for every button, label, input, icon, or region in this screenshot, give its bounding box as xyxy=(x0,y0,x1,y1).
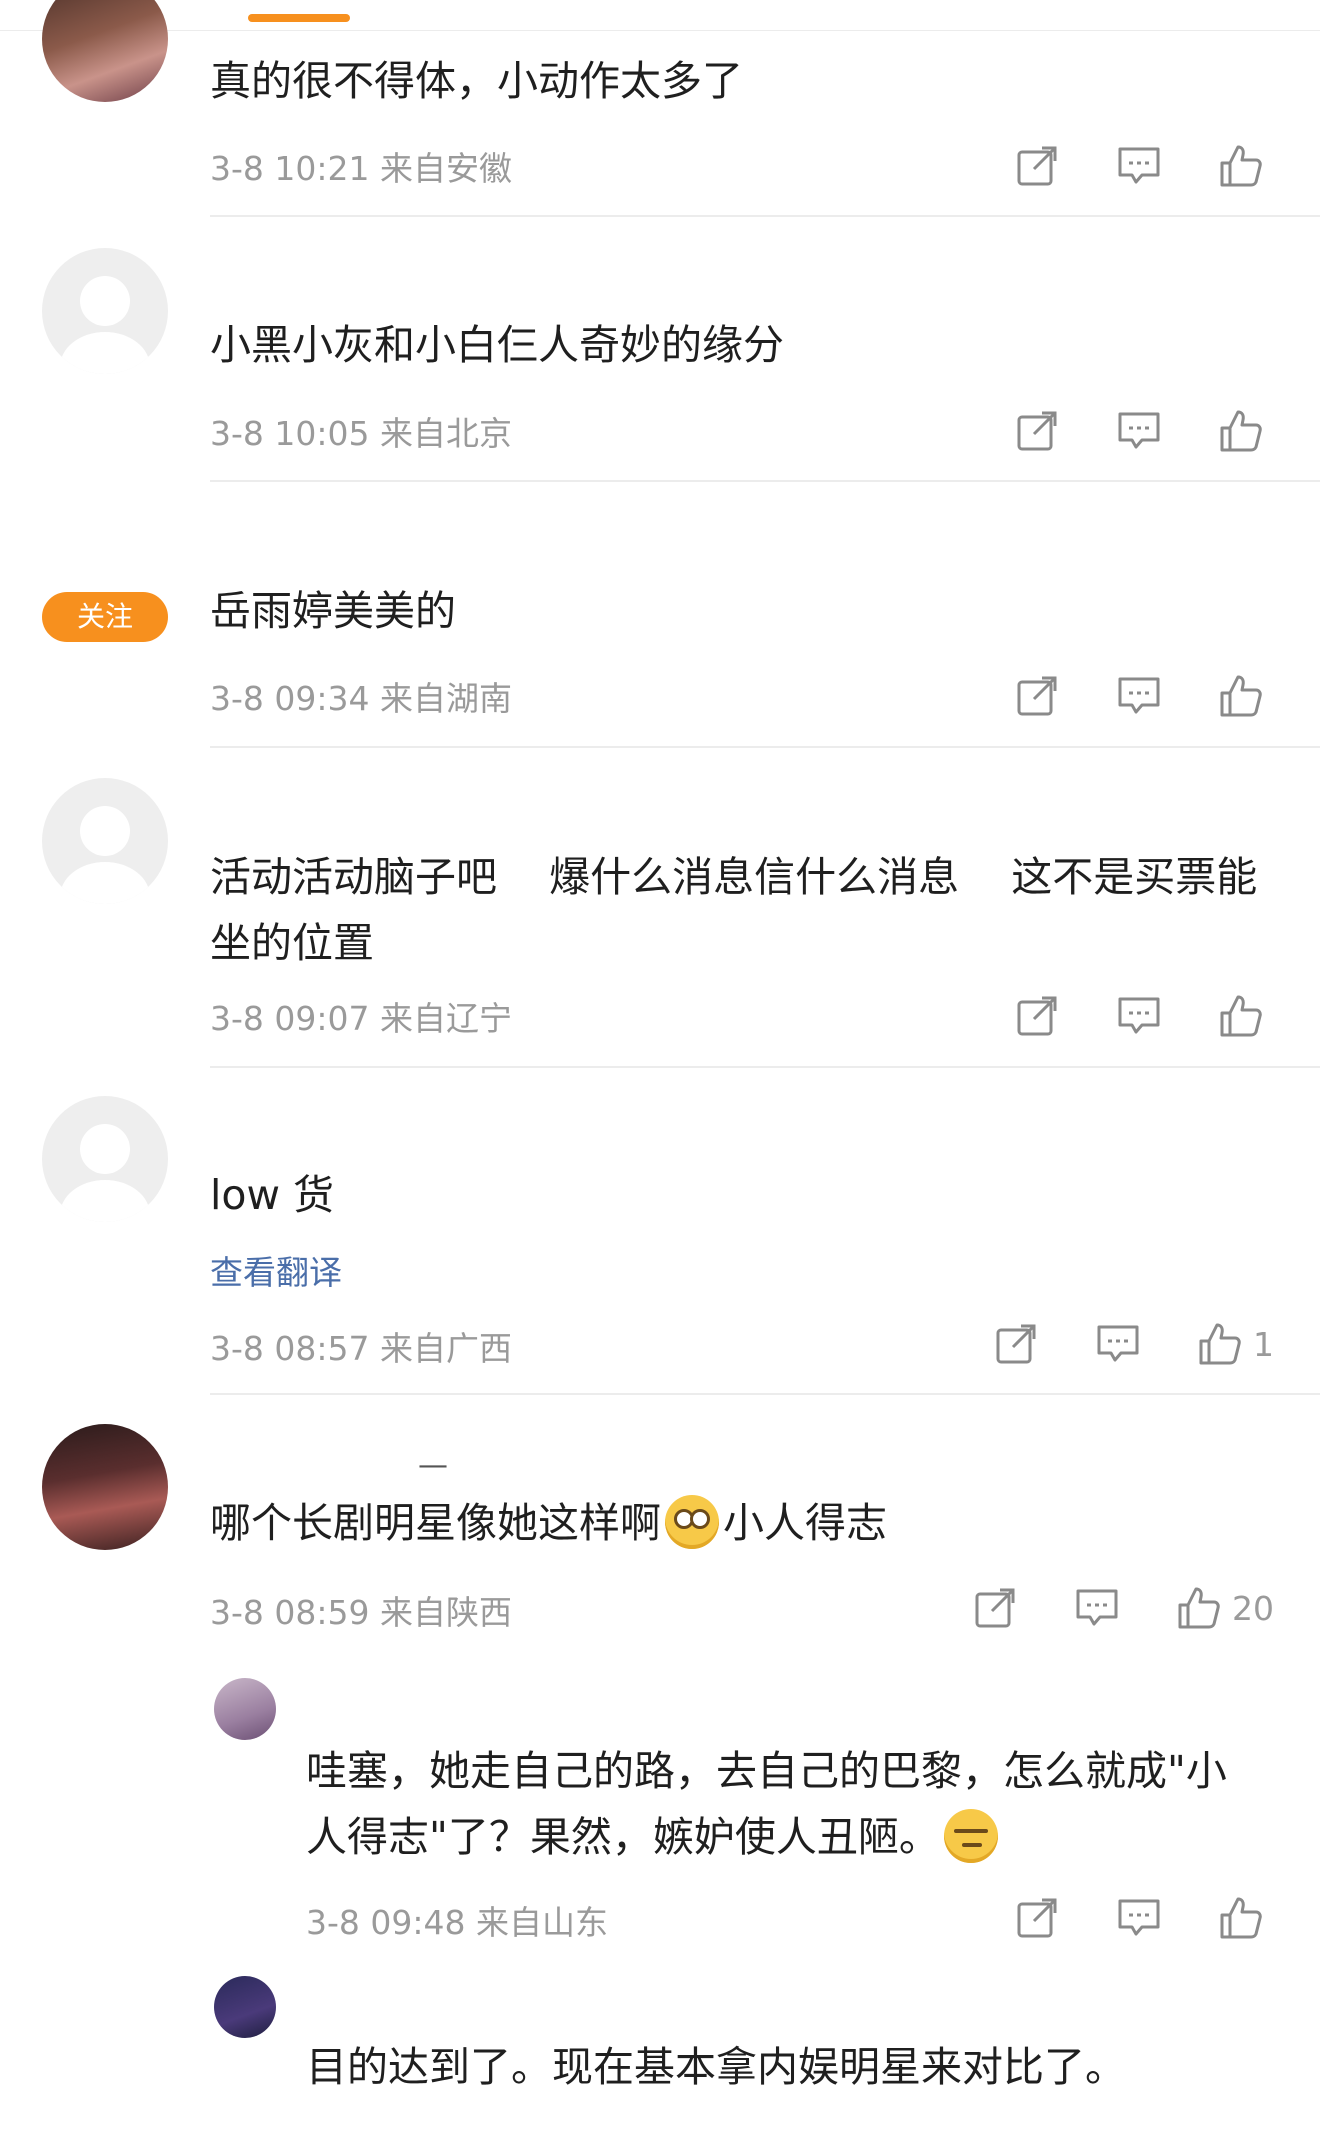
reply-button[interactable] xyxy=(1116,993,1162,1039)
divider xyxy=(210,1393,1320,1395)
reply-text: 哇塞，她走自己的路，去自己的巴黎，怎么就成"小人得志"了？果然，嫉妒使人丑陋。 xyxy=(306,1738,1266,1870)
thumbs-up-icon xyxy=(1178,1587,1220,1629)
reply-button[interactable] xyxy=(1074,1585,1120,1631)
divider xyxy=(210,480,1320,482)
thumbs-up-icon xyxy=(1220,145,1262,187)
avatar[interactable] xyxy=(42,248,168,374)
comment-text: 哪个长剧明星像她这样啊 小人得志 xyxy=(210,1490,1270,1556)
share-icon xyxy=(1017,676,1057,716)
comment-icon xyxy=(1118,677,1160,714)
reply-meta: 3-8 09:48 来自山东 xyxy=(306,1903,608,1942)
comment-icon xyxy=(1076,1589,1118,1626)
like-button[interactable]: 1 xyxy=(1197,1321,1274,1367)
share-button[interactable] xyxy=(993,1321,1039,1367)
dizzy-face-emoji-icon xyxy=(665,1495,719,1549)
share-icon xyxy=(1017,411,1057,451)
reply-button[interactable] xyxy=(1116,673,1162,719)
share-button[interactable] xyxy=(1014,673,1060,719)
thumbs-up-icon xyxy=(1199,1323,1241,1365)
comment-actions xyxy=(958,403,1274,459)
comment-icon xyxy=(1097,1325,1139,1362)
divider xyxy=(210,215,1320,217)
share-button[interactable] xyxy=(1014,143,1060,189)
follow-button[interactable]: 关注 xyxy=(42,592,168,642)
reply-text-part: 哇塞，她走自己的路，去自己的巴黎，怎么就成"小人得志"了？果然，嫉妒使人丑陋。 xyxy=(306,1747,1227,1861)
divider xyxy=(210,746,1320,748)
like-count: 1 xyxy=(1253,1324,1274,1364)
thumbs-up-icon xyxy=(1220,675,1262,717)
share-icon xyxy=(1017,1898,1057,1938)
comment-text: low 货 xyxy=(210,1171,335,1219)
comment-icon xyxy=(1118,147,1160,184)
thumbs-up-icon xyxy=(1220,1897,1262,1939)
top-divider xyxy=(0,30,1320,31)
share-button[interactable] xyxy=(1014,993,1060,1039)
comment-meta: 3-8 09:34 来自湖南 xyxy=(210,679,512,718)
comment-icon xyxy=(1118,412,1160,449)
share-icon xyxy=(1017,996,1057,1036)
reply-button[interactable] xyxy=(1116,408,1162,454)
comment-text: 岳雨婷美美的 xyxy=(210,587,456,635)
comment-text: 小黑小灰和小白仨人奇妙的缘分 xyxy=(210,321,784,369)
comment-actions xyxy=(958,668,1274,724)
like-count: 20 xyxy=(1232,1588,1274,1628)
comment-actions xyxy=(958,988,1274,1044)
comment-meta: 3-8 10:05 来自北京 xyxy=(210,414,512,453)
avatar[interactable] xyxy=(214,1678,276,1740)
comment-icon xyxy=(1118,997,1160,1034)
reply-text: 目的达到了。现在基本拿内娱明星来对比了。 xyxy=(306,2043,1126,2091)
reply-button[interactable] xyxy=(1116,143,1162,189)
comment-icon xyxy=(1118,1899,1160,1936)
comment-text-part: 小人得志 xyxy=(723,1499,887,1547)
reply-button[interactable] xyxy=(1095,1321,1141,1367)
avatar[interactable] xyxy=(214,1976,276,2038)
comment-meta: 3-8 08:57 来自广西 xyxy=(210,1329,512,1368)
tab-indicator xyxy=(248,14,350,22)
avatar[interactable] xyxy=(42,778,168,904)
like-button[interactable] xyxy=(1218,408,1274,454)
like-button[interactable]: 20 xyxy=(1176,1585,1274,1631)
translate-link[interactable]: 查看翻译 xyxy=(210,1246,342,1294)
reply-button[interactable] xyxy=(1116,1895,1162,1941)
comment-text: 活动活动脑子吧 爆什么消息信什么消息 这不是买票能坐的位置 xyxy=(210,853,1258,967)
like-button[interactable] xyxy=(1218,1895,1274,1941)
avatar[interactable] xyxy=(42,1096,168,1222)
comment-meta: 3-8 08:59 来自陕西 xyxy=(210,1593,512,1632)
divider xyxy=(210,1066,1320,1068)
share-button[interactable] xyxy=(972,1585,1018,1631)
smirk-face-emoji-icon xyxy=(943,1809,998,1863)
share-button[interactable] xyxy=(1014,408,1060,454)
avatar[interactable] xyxy=(42,1424,168,1550)
thumbs-up-icon xyxy=(1220,410,1262,452)
comment-text: 真的很不得体，小动作太多了 xyxy=(210,57,743,105)
comment-actions: 1 xyxy=(937,1316,1274,1372)
username-fragment: — xyxy=(418,1448,448,1483)
share-icon xyxy=(1017,146,1057,186)
share-button[interactable] xyxy=(1014,1895,1060,1941)
share-icon xyxy=(996,1324,1036,1364)
like-button[interactable] xyxy=(1218,993,1274,1039)
comment-meta: 3-8 10:21 来自安徽 xyxy=(210,149,512,188)
reply-actions xyxy=(958,1890,1274,1946)
like-button[interactable] xyxy=(1218,673,1274,719)
comment-text-part: 哪个长剧明星像她这样啊 xyxy=(210,1499,661,1547)
avatar[interactable] xyxy=(42,0,168,102)
comment-actions xyxy=(958,138,1274,194)
like-button[interactable] xyxy=(1218,143,1274,189)
comment-actions: 20 xyxy=(916,1580,1274,1636)
comment-meta: 3-8 09:07 来自辽宁 xyxy=(210,999,512,1038)
thumbs-up-icon xyxy=(1220,995,1262,1037)
share-icon xyxy=(975,1588,1015,1628)
